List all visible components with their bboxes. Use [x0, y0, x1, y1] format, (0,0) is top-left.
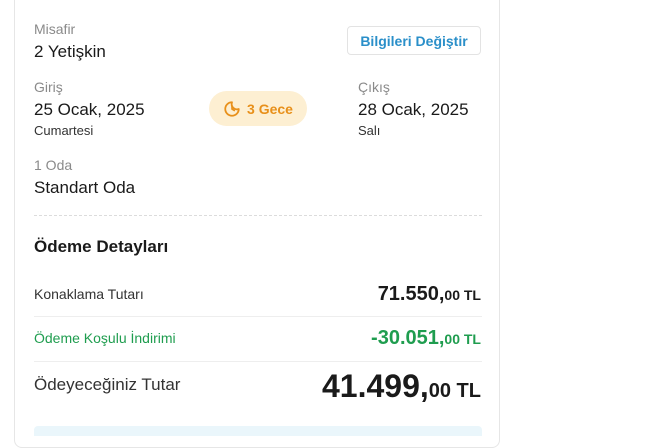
- accommodation-amount: 71.550,00 TL: [378, 283, 481, 306]
- row-divider: [34, 316, 482, 317]
- payment-title: Ödeme Detayları: [34, 237, 169, 256]
- accommodation-amount-main: 71.550,: [377, 283, 445, 305]
- total-amount: 41.499,00 TL: [322, 368, 481, 405]
- discount-amount-main: -30.051,: [371, 327, 445, 349]
- accommodation-amount-decimal: 00 TL: [444, 287, 481, 303]
- moon-clock-icon: [223, 100, 241, 118]
- room-count-label: 1 Oda: [34, 157, 73, 173]
- discount-amount-decimal: 00 TL: [444, 331, 481, 347]
- info-banner: [34, 426, 482, 436]
- section-divider: [34, 215, 482, 216]
- discount-label: Ödeme Koşulu İndirimi: [34, 330, 176, 346]
- checkout-date: 28 Ocak, 2025: [358, 100, 469, 119]
- total-amount-decimal: 00 TL: [428, 380, 481, 402]
- checkin-date: 25 Ocak, 2025: [34, 100, 145, 119]
- total-amount-main: 41.499,: [321, 368, 429, 404]
- checkin-day: Cumartesi: [34, 123, 94, 138]
- discount-amount: -30.051,00 TL: [371, 327, 481, 350]
- total-label: Ödeyeceğiniz Tutar: [34, 375, 181, 394]
- room-type: Standart Oda: [34, 178, 136, 197]
- row-divider: [34, 361, 482, 362]
- checkout-day: Salı: [358, 123, 381, 138]
- accommodation-label: Konaklama Tutarı: [34, 286, 144, 302]
- nights-badge: 3 Gece: [209, 91, 307, 126]
- guest-value: 2 Yetişkin: [34, 42, 106, 61]
- guest-label: Misafir: [34, 21, 76, 37]
- nights-text: 3 Gece: [247, 100, 293, 117]
- checkout-label: Çıkış: [358, 79, 390, 95]
- checkin-label: Giriş: [34, 79, 63, 95]
- edit-booking-button[interactable]: Bilgileri Değiştir: [347, 26, 481, 55]
